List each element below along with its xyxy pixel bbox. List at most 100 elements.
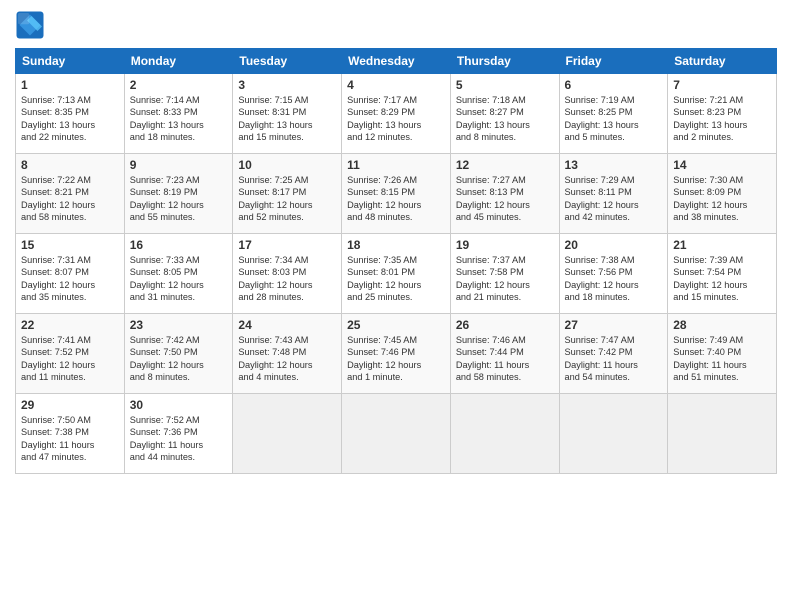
- day-number: 28: [673, 318, 771, 332]
- day-cell: 13 Sunrise: 7:29 AM Sunset: 8:11 PM Dayli…: [559, 154, 668, 234]
- day-number: 4: [347, 78, 445, 92]
- week-row-3: 15 Sunrise: 7:31 AM Sunset: 8:07 PM Dayli…: [16, 234, 777, 314]
- day-info: Sunrise: 7:18 AM Sunset: 8:27 PM Dayligh…: [456, 94, 554, 144]
- day-number: 14: [673, 158, 771, 172]
- day-info: Sunrise: 7:14 AM Sunset: 8:33 PM Dayligh…: [130, 94, 228, 144]
- col-header-monday: Monday: [124, 49, 233, 74]
- day-cell: 26Sunrise: 7:46 AM Sunset: 7:44 PM Dayli…: [450, 314, 559, 394]
- day-number: 20: [565, 238, 663, 252]
- day-info: Sunrise: 7:38 AM Sunset: 7:56 PM Dayligh…: [565, 254, 663, 304]
- day-cell: 14 Sunrise: 7:30 AM Sunset: 8:09 PM Dayli…: [668, 154, 777, 234]
- col-header-sunday: Sunday: [16, 49, 125, 74]
- day-info: Sunrise: 7:29 AM Sunset: 8:11 PM Dayligh…: [565, 174, 663, 224]
- day-cell: 4 Sunrise: 7:17 AM Sunset: 8:29 PM Daylig…: [342, 74, 451, 154]
- day-info: Sunrise: 7:46 AM Sunset: 7:44 PM Dayligh…: [456, 334, 554, 384]
- day-info: Sunrise: 7:49 AM Sunset: 7:40 PM Dayligh…: [673, 334, 771, 384]
- day-number: 27: [565, 318, 663, 332]
- day-number: 5: [456, 78, 554, 92]
- day-info: Sunrise: 7:17 AM Sunset: 8:29 PM Dayligh…: [347, 94, 445, 144]
- day-info: Sunrise: 7:22 AM Sunset: 8:21 PM Dayligh…: [21, 174, 119, 224]
- col-header-wednesday: Wednesday: [342, 49, 451, 74]
- day-number: 30: [130, 398, 228, 412]
- logo-icon: [15, 10, 45, 40]
- day-number: 1: [21, 78, 119, 92]
- day-info: Sunrise: 7:37 AM Sunset: 7:58 PM Dayligh…: [456, 254, 554, 304]
- day-info: Sunrise: 7:42 AM Sunset: 7:50 PM Dayligh…: [130, 334, 228, 384]
- day-cell: 8 Sunrise: 7:22 AM Sunset: 8:21 PM Daylig…: [16, 154, 125, 234]
- day-cell: [559, 394, 668, 474]
- calendar-table: SundayMondayTuesdayWednesdayThursdayFrid…: [15, 48, 777, 474]
- day-cell: 1 Sunrise: 7:13 AM Sunset: 8:35 PM Daylig…: [16, 74, 125, 154]
- day-info: Sunrise: 7:31 AM Sunset: 8:07 PM Dayligh…: [21, 254, 119, 304]
- day-number: 18: [347, 238, 445, 252]
- day-info: Sunrise: 7:30 AM Sunset: 8:09 PM Dayligh…: [673, 174, 771, 224]
- day-cell: 24Sunrise: 7:43 AM Sunset: 7:48 PM Dayli…: [233, 314, 342, 394]
- day-cell: 6 Sunrise: 7:19 AM Sunset: 8:25 PM Daylig…: [559, 74, 668, 154]
- day-cell: 20 Sunrise: 7:38 AM Sunset: 7:56 PM Dayli…: [559, 234, 668, 314]
- day-info: Sunrise: 7:25 AM Sunset: 8:17 PM Dayligh…: [238, 174, 336, 224]
- day-number: 16: [130, 238, 228, 252]
- day-cell: 29Sunrise: 7:50 AM Sunset: 7:38 PM Dayli…: [16, 394, 125, 474]
- day-cell: 9 Sunrise: 7:23 AM Sunset: 8:19 PM Daylig…: [124, 154, 233, 234]
- day-number: 15: [21, 238, 119, 252]
- logo: [15, 10, 49, 40]
- col-header-thursday: Thursday: [450, 49, 559, 74]
- day-cell: 5 Sunrise: 7:18 AM Sunset: 8:27 PM Daylig…: [450, 74, 559, 154]
- day-number: 12: [456, 158, 554, 172]
- day-cell: 17 Sunrise: 7:34 AM Sunset: 8:03 PM Dayli…: [233, 234, 342, 314]
- day-number: 8: [21, 158, 119, 172]
- header: [15, 10, 777, 40]
- day-cell: 15 Sunrise: 7:31 AM Sunset: 8:07 PM Dayli…: [16, 234, 125, 314]
- col-header-saturday: Saturday: [668, 49, 777, 74]
- day-number: 9: [130, 158, 228, 172]
- day-info: Sunrise: 7:23 AM Sunset: 8:19 PM Dayligh…: [130, 174, 228, 224]
- col-header-tuesday: Tuesday: [233, 49, 342, 74]
- day-info: Sunrise: 7:13 AM Sunset: 8:35 PM Dayligh…: [21, 94, 119, 144]
- day-cell: 27 Sunrise: 7:47 AM Sunset: 7:42 PM Dayli…: [559, 314, 668, 394]
- day-cell: 25Sunrise: 7:45 AM Sunset: 7:46 PM Dayli…: [342, 314, 451, 394]
- day-cell: 28 Sunrise: 7:49 AM Sunset: 7:40 PM Dayli…: [668, 314, 777, 394]
- day-cell: 18 Sunrise: 7:35 AM Sunset: 8:01 PM Dayli…: [342, 234, 451, 314]
- day-number: 11: [347, 158, 445, 172]
- day-cell: 21 Sunrise: 7:39 AM Sunset: 7:54 PM Dayli…: [668, 234, 777, 314]
- day-info: Sunrise: 7:43 AM Sunset: 7:48 PM Dayligh…: [238, 334, 336, 384]
- day-number: 17: [238, 238, 336, 252]
- day-info: Sunrise: 7:34 AM Sunset: 8:03 PM Dayligh…: [238, 254, 336, 304]
- day-cell: 12 Sunrise: 7:27 AM Sunset: 8:13 PM Dayli…: [450, 154, 559, 234]
- day-info: Sunrise: 7:15 AM Sunset: 8:31 PM Dayligh…: [238, 94, 336, 144]
- day-info: Sunrise: 7:35 AM Sunset: 8:01 PM Dayligh…: [347, 254, 445, 304]
- day-cell: 7Sunrise: 7:21 AM Sunset: 8:23 PM Daylig…: [668, 74, 777, 154]
- day-number: 19: [456, 238, 554, 252]
- day-number: 25: [347, 318, 445, 332]
- day-info: Sunrise: 7:27 AM Sunset: 8:13 PM Dayligh…: [456, 174, 554, 224]
- day-cell: 2 Sunrise: 7:14 AM Sunset: 8:33 PM Daylig…: [124, 74, 233, 154]
- header-row: SundayMondayTuesdayWednesdayThursdayFrid…: [16, 49, 777, 74]
- day-cell: [450, 394, 559, 474]
- day-info: Sunrise: 7:52 AM Sunset: 7:36 PM Dayligh…: [130, 414, 228, 464]
- day-cell: 3 Sunrise: 7:15 AM Sunset: 8:31 PM Daylig…: [233, 74, 342, 154]
- day-info: Sunrise: 7:47 AM Sunset: 7:42 PM Dayligh…: [565, 334, 663, 384]
- day-cell: 16Sunrise: 7:33 AM Sunset: 8:05 PM Dayli…: [124, 234, 233, 314]
- day-number: 2: [130, 78, 228, 92]
- week-row-2: 8 Sunrise: 7:22 AM Sunset: 8:21 PM Daylig…: [16, 154, 777, 234]
- day-number: 21: [673, 238, 771, 252]
- day-info: Sunrise: 7:19 AM Sunset: 8:25 PM Dayligh…: [565, 94, 663, 144]
- day-number: 13: [565, 158, 663, 172]
- day-number: 6: [565, 78, 663, 92]
- day-number: 3: [238, 78, 336, 92]
- col-header-friday: Friday: [559, 49, 668, 74]
- day-cell: [233, 394, 342, 474]
- page: SundayMondayTuesdayWednesdayThursdayFrid…: [0, 0, 792, 612]
- day-info: Sunrise: 7:21 AM Sunset: 8:23 PM Dayligh…: [673, 94, 771, 144]
- day-cell: 30 Sunrise: 7:52 AM Sunset: 7:36 PM Dayli…: [124, 394, 233, 474]
- day-number: 29: [21, 398, 119, 412]
- day-cell: [668, 394, 777, 474]
- week-row-1: 1 Sunrise: 7:13 AM Sunset: 8:35 PM Daylig…: [16, 74, 777, 154]
- day-info: Sunrise: 7:39 AM Sunset: 7:54 PM Dayligh…: [673, 254, 771, 304]
- day-cell: 10 Sunrise: 7:25 AM Sunset: 8:17 PM Dayli…: [233, 154, 342, 234]
- day-number: 10: [238, 158, 336, 172]
- day-info: Sunrise: 7:41 AM Sunset: 7:52 PM Dayligh…: [21, 334, 119, 384]
- week-row-4: 22Sunrise: 7:41 AM Sunset: 7:52 PM Dayli…: [16, 314, 777, 394]
- day-cell: 22Sunrise: 7:41 AM Sunset: 7:52 PM Dayli…: [16, 314, 125, 394]
- week-row-5: 29Sunrise: 7:50 AM Sunset: 7:38 PM Dayli…: [16, 394, 777, 474]
